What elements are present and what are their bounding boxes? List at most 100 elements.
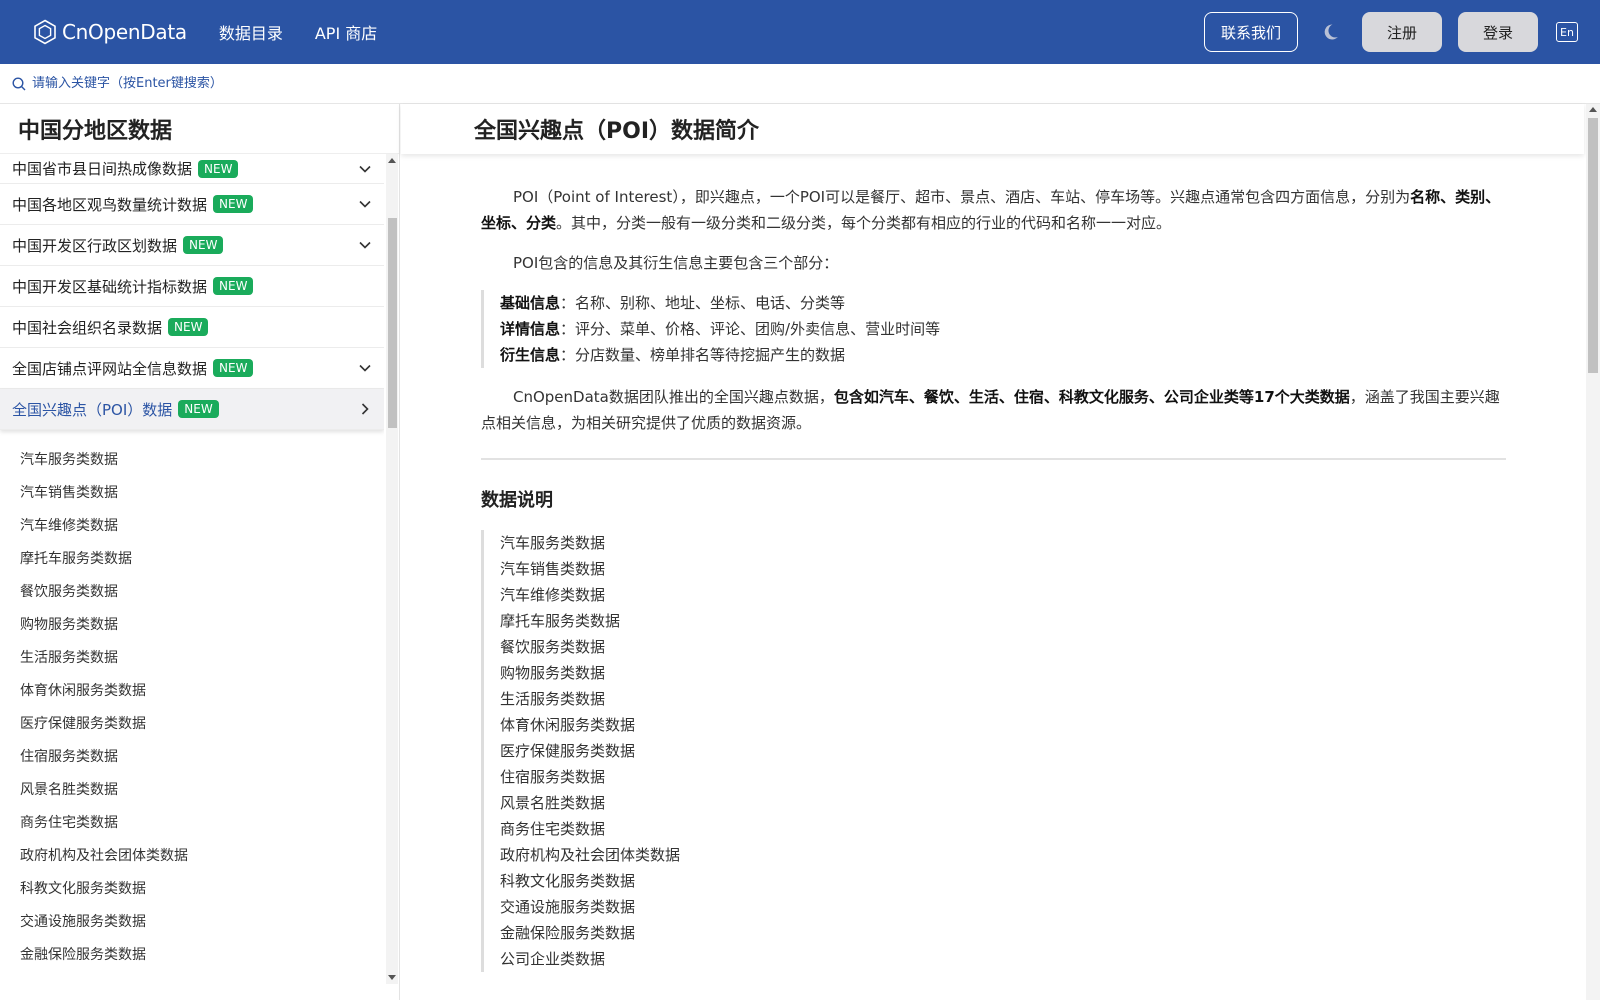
data-list-blockquote: 汽车服务类数据 汽车销售类数据 汽车维修类数据 摩托车服务类数据 餐饮服务类数据… xyxy=(481,530,1506,972)
data-list-item: 风景名胜类数据 xyxy=(500,794,606,812)
data-list-item: 餐饮服务类数据 xyxy=(500,638,606,656)
sidebar-item-label: 中国开发区基础统计指标数据 xyxy=(12,277,208,296)
poi-parts-intro: POI包含的信息及其衍生信息主要包含三个部分： xyxy=(513,254,839,272)
search-bar xyxy=(0,64,1600,104)
sidebar-item-label: 中国开发区行政区划数据 xyxy=(12,236,178,255)
nav-api-store[interactable]: API 商店 xyxy=(315,20,377,44)
data-list-item: 商务住宅类数据 xyxy=(500,820,606,838)
sidebar-item-label: 中国社会组织名录数据 xyxy=(12,318,163,337)
chevron-down-icon[interactable] xyxy=(358,197,372,211)
nav-data-catalog[interactable]: 数据目录 xyxy=(219,20,283,44)
info-value: ：分店数量、榜单排名等待挖掘产生的数据 xyxy=(560,346,846,364)
sub-item-business-residential[interactable]: 商务住宅类数据 xyxy=(0,805,384,838)
data-list-item: 公司企业类数据 xyxy=(500,950,606,968)
new-badge: NEW xyxy=(178,400,219,418)
sub-item-healthcare[interactable]: 医疗保健服务类数据 xyxy=(0,706,384,739)
data-list-item: 医疗保健服务类数据 xyxy=(500,742,636,760)
section-title: 数据说明 xyxy=(481,490,553,511)
sub-item-auto-service[interactable]: 汽车服务类数据 xyxy=(0,442,384,475)
sub-item-auto-repair[interactable]: 汽车维修类数据 xyxy=(0,508,384,541)
dark-mode-toggle[interactable] xyxy=(1318,20,1342,44)
info-value: ：名称、别称、地址、坐标、电话、分类等 xyxy=(560,294,846,312)
sidebar-item-dev-zone-division[interactable]: 中国开发区行政区划数据 NEW xyxy=(0,225,384,266)
new-badge: NEW xyxy=(213,277,254,295)
chevron-down-icon[interactable] xyxy=(358,238,372,252)
language-switch-button[interactable]: En xyxy=(1556,22,1578,42)
data-list-item: 汽车服务类数据 xyxy=(500,534,606,552)
info-key: 详情信息 xyxy=(500,320,561,338)
new-badge: NEW xyxy=(213,359,254,377)
sidebar-list: 中国省市县日间热成像数据 NEW 中国各地区观鸟数量统计数据 NEW 中国开发区… xyxy=(0,154,384,984)
sub-item-dining[interactable]: 餐饮服务类数据 xyxy=(0,574,384,607)
sub-item-motorcycle[interactable]: 摩托车服务类数据 xyxy=(0,541,384,574)
sub-item-education-culture[interactable]: 科教文化服务类数据 xyxy=(0,871,384,904)
sub-item-scenic-spots[interactable]: 风景名胜类数据 xyxy=(0,772,384,805)
main-content: POI（Point of Interest），即兴趣点，一个POI可以是餐厅、超… xyxy=(481,184,1506,988)
sidebar: 中国分地区数据 中国省市县日间热成像数据 NEW 中国各地区观鸟数量统计数据 N… xyxy=(0,104,400,1000)
intro-text-end: 。其中，分类一般有一级分类和二级分类，每个分类都有相应的行业的代码和名称一一对应… xyxy=(556,214,1172,232)
scrollbar-thumb[interactable] xyxy=(1588,118,1598,373)
scrollbar-thumb[interactable] xyxy=(388,218,397,428)
sidebar-scrollbar[interactable] xyxy=(386,154,398,984)
sidebar-sub-list: 汽车服务类数据 汽车销售类数据 汽车维修类数据 摩托车服务类数据 餐饮服务类数据… xyxy=(0,430,384,970)
team-bold-text: 包含如汽车、餐饮、生活、住宿、科教文化服务、公司企业类等17个大类数据 xyxy=(833,388,1350,406)
info-row-derived: 衍生信息：分店数量、榜单排名等待挖掘产生的数据 xyxy=(500,342,1506,368)
data-list-item: 体育休闲服务类数据 xyxy=(500,716,636,734)
section-divider xyxy=(481,458,1506,460)
hexagon-logo-icon xyxy=(34,19,56,45)
main-scrollbar[interactable] xyxy=(1586,104,1600,1000)
team-paragraph: CnOpenData数据团队推出的全国兴趣点数据，包含如汽车、餐饮、生活、住宿、… xyxy=(481,384,1506,436)
sub-item-accommodation[interactable]: 住宿服务类数据 xyxy=(0,739,384,772)
data-list-item: 摩托车服务类数据 xyxy=(500,612,621,630)
chevron-down-icon[interactable] xyxy=(358,361,372,375)
info-value: ：评分、菜单、价格、评论、团购/外卖信息、营业时间等 xyxy=(560,320,941,338)
intro-paragraph: POI（Point of Interest），即兴趣点，一个POI可以是餐厅、超… xyxy=(481,184,1506,236)
contact-us-button[interactable]: 联系我们 xyxy=(1203,12,1298,52)
info-key: 衍生信息 xyxy=(500,346,561,364)
register-button[interactable]: 注册 xyxy=(1362,12,1442,52)
scroll-up-arrow-icon[interactable] xyxy=(1589,107,1597,112)
sidebar-item-social-org[interactable]: 中国社会组织名录数据 NEW xyxy=(0,307,384,348)
sub-item-transport[interactable]: 交通设施服务类数据 xyxy=(0,904,384,937)
info-blockquote: 基础信息：名称、别称、地址、坐标、电话、分类等 详情信息：评分、菜单、价格、评论… xyxy=(481,290,1506,368)
data-list-item: 交通设施服务类数据 xyxy=(500,898,636,916)
sidebar-item-label: 中国省市县日间热成像数据 xyxy=(12,160,193,178)
data-list-item: 金融保险服务类数据 xyxy=(500,924,636,942)
top-navbar: CnOpenData 数据目录 API 商店 联系我们 注册 登录 En xyxy=(0,0,1600,64)
brand-logo[interactable]: CnOpenData xyxy=(32,19,187,45)
new-badge: NEW xyxy=(168,318,209,336)
sidebar-item-bird-watching[interactable]: 中国各地区观鸟数量统计数据 NEW xyxy=(0,184,384,225)
chevron-down-icon[interactable] xyxy=(358,162,372,176)
data-list-item: 购物服务类数据 xyxy=(500,664,606,682)
chevron-right-icon[interactable] xyxy=(358,402,372,416)
scroll-down-arrow-icon[interactable] xyxy=(388,975,396,980)
login-button[interactable]: 登录 xyxy=(1458,12,1538,52)
team-text: CnOpenData数据团队推出的全国兴趣点数据， xyxy=(513,388,834,406)
sub-item-government[interactable]: 政府机构及社会团体类数据 xyxy=(0,838,384,871)
sub-item-life-service[interactable]: 生活服务类数据 xyxy=(0,640,384,673)
sidebar-item-thermal-imaging[interactable]: 中国省市县日间热成像数据 NEW xyxy=(0,154,384,184)
page-title: 全国兴趣点（POI）数据简介 xyxy=(401,104,1584,154)
sidebar-item-label: 中国各地区观鸟数量统计数据 xyxy=(12,195,208,214)
sidebar-item-shop-reviews[interactable]: 全国店铺点评网站全信息数据 NEW xyxy=(0,348,384,389)
info-row-detail: 详情信息：评分、菜单、价格、评论、团购/外卖信息、营业时间等 xyxy=(500,316,1506,342)
data-list-item: 住宿服务类数据 xyxy=(500,768,606,786)
sub-item-sports-leisure[interactable]: 体育休闲服务类数据 xyxy=(0,673,384,706)
sidebar-item-dev-zone-stats[interactable]: 中国开发区基础统计指标数据 NEW xyxy=(0,266,384,307)
data-list-item: 生活服务类数据 xyxy=(500,690,606,708)
info-row-basic: 基础信息：名称、别称、地址、坐标、电话、分类等 xyxy=(500,290,1506,316)
sidebar-title: 中国分地区数据 xyxy=(0,104,399,154)
new-badge: NEW xyxy=(213,195,254,213)
data-list-item: 科教文化服务类数据 xyxy=(500,872,636,890)
moon-icon xyxy=(1324,24,1338,40)
search-input[interactable] xyxy=(32,76,432,91)
sub-item-shopping[interactable]: 购物服务类数据 xyxy=(0,607,384,640)
info-key: 基础信息 xyxy=(500,294,561,312)
data-list-item: 汽车维修类数据 xyxy=(500,586,606,604)
sidebar-item-label: 全国兴趣点（POI）数据 xyxy=(12,400,173,419)
sub-item-finance-insurance[interactable]: 金融保险服务类数据 xyxy=(0,937,384,970)
scroll-up-arrow-icon[interactable] xyxy=(388,158,396,163)
data-list-item: 汽车销售类数据 xyxy=(500,560,606,578)
sidebar-item-poi[interactable]: 全国兴趣点（POI）数据 NEW xyxy=(0,389,384,430)
sub-item-auto-sales[interactable]: 汽车销售类数据 xyxy=(0,475,384,508)
